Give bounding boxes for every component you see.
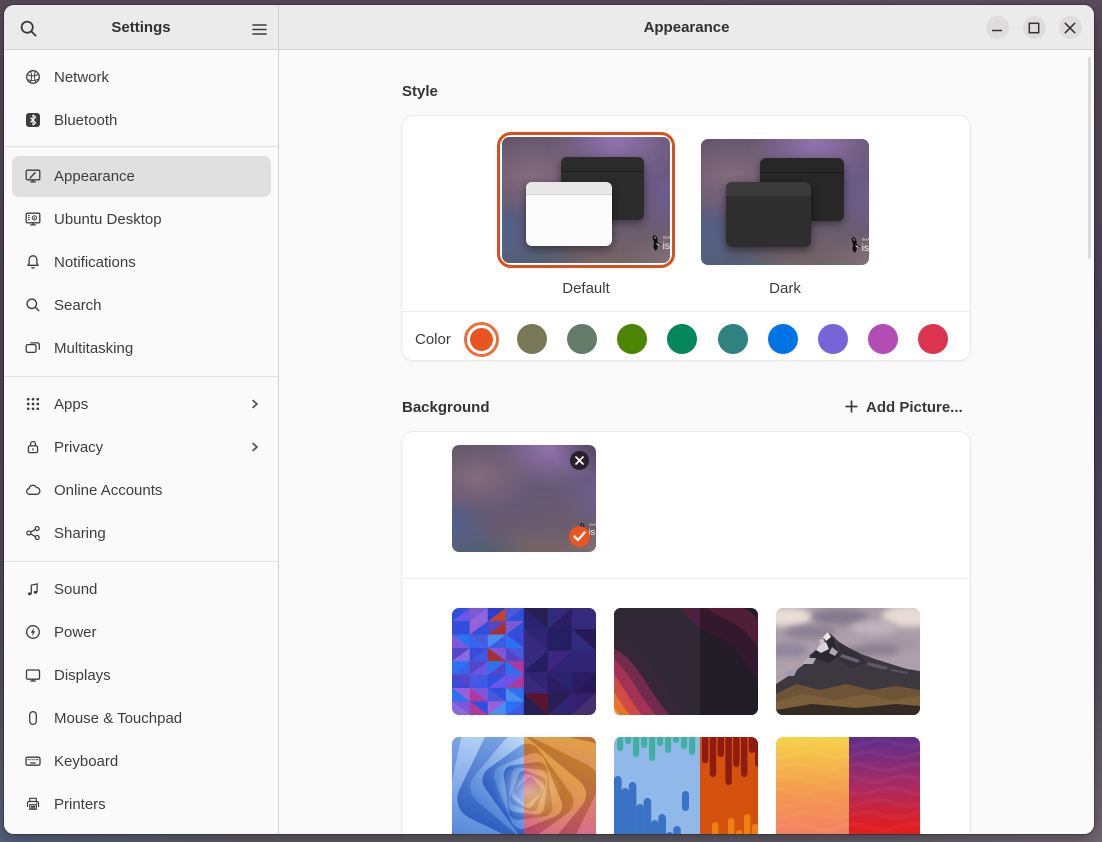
svg-text:is…: is… [862,242,869,254]
svg-text:is…: is… [663,240,670,252]
svg-text:Desktop: Desktop [862,237,869,241]
svg-text:Desktop: Desktop [663,235,670,239]
